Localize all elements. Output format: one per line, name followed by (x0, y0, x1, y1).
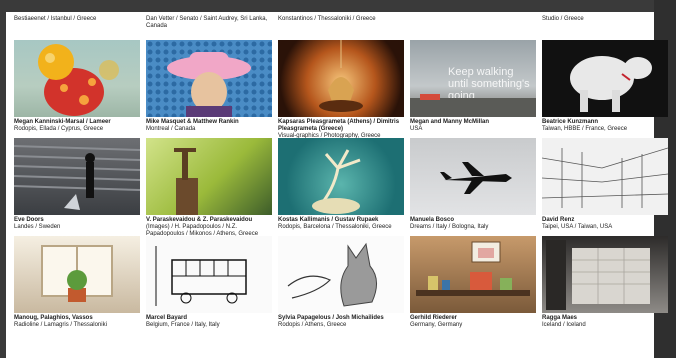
caption: Bestiaeenet / Istanbul / Greece (14, 16, 97, 22)
film-origin: Landes / Sweden (14, 224, 61, 230)
film-origin: Taipei, USA / Taiwan, USA (542, 224, 613, 230)
film-card[interactable]: Megan Kanninski-Marsal / Lameer Rodopis, … (14, 40, 140, 134)
film-origin: Rodopis, Barcelona / Thessaloniki, Greec… (278, 224, 392, 230)
film-origin: Taiwan, HBBE / France, Greece (542, 126, 628, 132)
film-credit: Kostas Kallimanis / Gustav Rupaek (278, 217, 379, 223)
film-credit: Ragga Maes (542, 315, 578, 321)
film-thumbnail[interactable] (14, 40, 140, 117)
film-origin: Belgium, France / Italy, Italy (146, 322, 220, 328)
film-card[interactable]: V. Paraskevaidou & Z. Paraskevaidou (Imag… (146, 138, 272, 237)
film-thumbnail[interactable] (146, 40, 272, 117)
film-thumbnail[interactable] (146, 138, 272, 215)
film-thumbnail[interactable]: Keep walking until something's going (410, 40, 536, 117)
film-thumbnail[interactable] (146, 236, 272, 313)
film-origin: USA (410, 126, 423, 132)
film-credit: Marcel Bayard (146, 315, 188, 321)
film-origin: Iceland / Iceland (542, 322, 586, 328)
film-card[interactable]: Kostas Kallimanis / Gustav Rupaek Rodopis… (278, 138, 404, 232)
film-credit: Mike Masquet & Matthew Rankin (146, 119, 239, 125)
film-card[interactable]: Mike Masquet & Matthew Rankin Montreal / … (146, 40, 272, 134)
film-thumbnail[interactable] (278, 40, 404, 117)
thumbnail-grid: Megan Kanninski-Marsal / Lameer Rodopis, … (14, 40, 668, 330)
film-credit: Gerhild Riederer (410, 315, 458, 321)
caption: Dan Vetter / Senato / Saint Audrey, Sri … (146, 16, 268, 29)
film-card[interactable]: Kapsaras Pleasgrameta (Athens) / Dimitri… (278, 40, 404, 139)
film-credit: Manuela Bosco (410, 217, 455, 223)
film-origin: Dreams / Italy / Bologna, Italy (410, 224, 489, 230)
film-thumbnail[interactable] (278, 138, 404, 215)
film-credit: Megan and Manny McMillan (410, 119, 490, 125)
film-credit: Sylvia Papagelous / Josh Michailides (278, 315, 384, 321)
frame-top (0, 0, 676, 12)
film-origin: Rodopis, Ellada / Cyprus, Greece (14, 126, 104, 132)
film-card[interactable]: David Renz Taipei, USA / Taiwan, USA (542, 138, 668, 232)
film-card[interactable]: Gerhild Riederer Germany, Germany (410, 236, 536, 330)
film-card[interactable]: Keep walking until something's going Meg… (410, 40, 536, 134)
film-card[interactable]: Manuela Bosco Dreams / Italy / Bologna, I… (410, 138, 536, 232)
caption: Konstantinos / Thessaloniki / Greece (278, 16, 376, 22)
film-card[interactable]: Marcel Bayard Belgium, France / Italy, It… (146, 236, 272, 330)
film-credit: David Renz (542, 217, 575, 223)
film-origin: Radioline / Lamagris / Thessaloniki (14, 322, 107, 328)
caption (410, 14, 538, 31)
film-origin: Montreal / Canada (146, 126, 196, 132)
film-thumbnail[interactable] (542, 40, 668, 117)
film-credit: V. Paraskevaidou & Z. Paraskevaidou (146, 217, 253, 223)
catalog-sheet: Bestiaeenet / Istanbul / Greece Dan Vett… (6, 12, 668, 358)
film-thumbnail[interactable] (542, 236, 668, 313)
film-credit: Eve Doors (14, 217, 44, 223)
film-thumbnail[interactable] (14, 236, 140, 313)
film-card[interactable]: Manoug, Palaghios, Vassos Radioline / Lam… (14, 236, 140, 330)
film-thumbnail[interactable] (410, 236, 536, 313)
caption: Studio / Greece (542, 16, 584, 22)
film-thumbnail[interactable] (278, 236, 404, 313)
film-credit: Megan Kanninski-Marsal / Lameer (14, 119, 111, 125)
film-card[interactable]: Sylvia Papagelous / Josh Michailides Rodo… (278, 236, 404, 330)
film-origin: Rodopis / Athens, Greece (278, 322, 347, 328)
film-credit: Manoug, Palaghios, Vassos (14, 315, 93, 321)
top-caption-row: Bestiaeenet / Istanbul / Greece Dan Vett… (14, 12, 654, 42)
film-origin: Germany, Germany (410, 322, 463, 328)
film-card[interactable]: Eve Doors Landes / Sweden (14, 138, 140, 232)
film-card[interactable]: Beatrice Kunzmann Taiwan, HBBE / France, … (542, 40, 668, 134)
film-credit: Beatrice Kunzmann (542, 119, 599, 125)
film-thumbnail[interactable] (14, 138, 140, 215)
film-credit: Kapsaras Pleasgrameta (Athens) / Dimitri… (278, 119, 400, 132)
film-thumbnail[interactable] (542, 138, 668, 215)
film-card[interactable]: Ragga Maes Iceland / Iceland (542, 236, 668, 330)
film-thumbnail[interactable] (410, 138, 536, 215)
